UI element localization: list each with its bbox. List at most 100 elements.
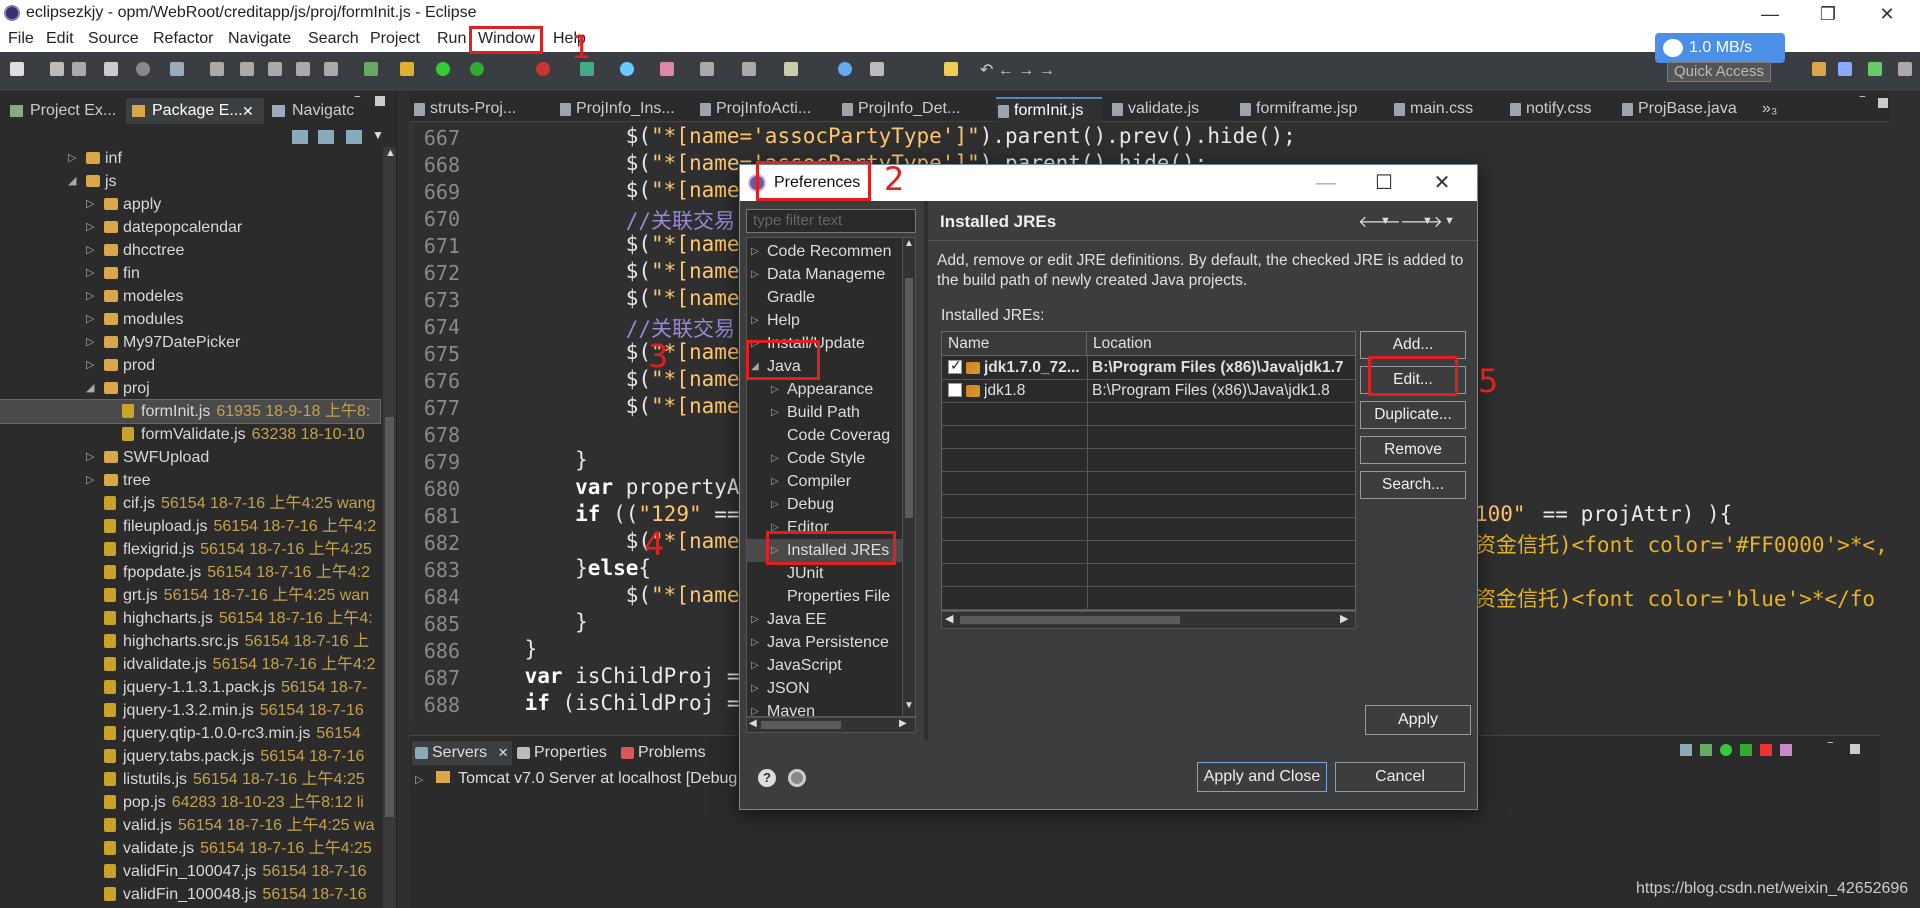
nav-item[interactable]: ▷ Java Persistence: [747, 631, 903, 654]
collapsed-arrow-icon[interactable]: ▷: [771, 378, 779, 401]
apply-and-close-button[interactable]: Apply and Close: [1197, 762, 1327, 792]
coverage-icon[interactable]: [364, 62, 378, 76]
collapsed-arrow-icon[interactable]: ▷: [86, 308, 94, 331]
suspend-icon[interactable]: [240, 62, 254, 76]
nav-item[interactable]: ▷ JSON: [747, 677, 903, 700]
collapsed-arrow-icon[interactable]: ▷: [68, 147, 76, 170]
tab-forminit-js[interactable]: formInit.js: [996, 97, 1102, 123]
view-menu-icon[interactable]: ▼: [1444, 215, 1455, 227]
close-tab-icon[interactable]: ✕: [498, 745, 509, 760]
back-dropdown-icon[interactable]: ▼: [1380, 215, 1391, 227]
nav-item[interactable]: ▷ Java EE: [747, 608, 903, 631]
tab-project-explorer[interactable]: Project Ex...: [4, 98, 124, 124]
tab-projinfoacti[interactable]: ProjInfoActi...: [698, 97, 826, 123]
nav-item[interactable]: Properties File: [747, 585, 903, 608]
jre-row[interactable]: jdk1.7.0_72... B:\Program Files (x86)\Jav…: [942, 356, 1355, 379]
tree-file[interactable]: pop.js 64283 18-10-23 上午8:12 li: [0, 791, 380, 814]
run-last-icon[interactable]: [536, 62, 550, 76]
tree-folder[interactable]: ▷ prod: [0, 354, 380, 377]
nav-item[interactable]: ▷ Compiler: [747, 470, 903, 493]
next-annotation-icon[interactable]: [870, 62, 884, 76]
tree-file[interactable]: cif.js 56154 18-7-16 上午4:25 wang: [0, 492, 380, 515]
toggle-mark-icon[interactable]: [742, 62, 756, 76]
scroll-right-icon[interactable]: ▶: [1340, 612, 1348, 625]
external-tools-icon[interactable]: [400, 62, 414, 76]
tab-notify-css[interactable]: notify.css: [1508, 97, 1604, 123]
print-icon[interactable]: [104, 62, 118, 76]
duplicate-jre-button[interactable]: Duplicate...: [1360, 401, 1466, 429]
tree-file[interactable]: fileupload.js 56154 18-7-16 上午4:2: [0, 515, 380, 538]
collapsed-arrow-icon[interactable]: ▷: [86, 469, 94, 492]
save-icon[interactable]: [50, 62, 64, 76]
nav-item[interactable]: Gradle: [747, 286, 903, 309]
collapsed-arrow-icon[interactable]: ▷: [86, 331, 94, 354]
tab-main-css[interactable]: main.css: [1392, 97, 1480, 123]
tree-folder[interactable]: ▷ fin: [0, 262, 380, 285]
debug-perspective-icon[interactable]: [1868, 62, 1882, 76]
new-icon[interactable]: [10, 62, 24, 76]
expanded-arrow-icon[interactable]: ◢: [86, 377, 94, 400]
tab-validate-js[interactable]: validate.js: [1110, 97, 1216, 123]
pin-editor-icon[interactable]: [944, 62, 958, 76]
dialog-minimize-button[interactable]: —: [1306, 169, 1346, 197]
scroll-left-icon[interactable]: ◀: [749, 718, 757, 729]
step-into-icon[interactable]: [268, 62, 282, 76]
menu-edit[interactable]: Edit: [46, 30, 74, 48]
tree-scrollbar[interactable]: ▲: [383, 147, 396, 908]
step-return-icon[interactable]: [324, 62, 338, 76]
open-type-icon[interactable]: [660, 62, 674, 76]
nav-item[interactable]: ▷ Maven: [747, 700, 903, 716]
close-button[interactable]: ✕: [1862, 0, 1912, 28]
scroll-thumb[interactable]: [385, 417, 394, 817]
maximize-view-icon[interactable]: [375, 96, 385, 106]
tree-file[interactable]: jquery.qtip-1.0.0-rc3.min.js 56154: [0, 722, 380, 745]
forward-dropdown-icon[interactable]: ▼: [1422, 215, 1433, 227]
scroll-thumb[interactable]: [960, 616, 1180, 624]
tree-file[interactable]: validFin_100048.js 56154 18-7-16: [0, 883, 380, 906]
collapsed-arrow-icon[interactable]: ▷: [86, 446, 94, 469]
collapse-all-icon[interactable]: [292, 130, 308, 144]
nav-item[interactable]: JUnit: [747, 562, 903, 585]
sash[interactable]: [924, 201, 928, 741]
tree-file[interactable]: listutils.js 56154 18-7-16 上午4:25: [0, 768, 380, 791]
start-server-debug-icon[interactable]: [1700, 744, 1712, 756]
tree-folder[interactable]: ◢ proj: [0, 377, 380, 400]
menu-search[interactable]: Search: [308, 30, 359, 48]
tab-properties[interactable]: Properties: [514, 741, 614, 765]
scroll-thumb[interactable]: [761, 721, 841, 729]
collapsed-arrow-icon[interactable]: ▷: [751, 309, 759, 332]
tree-folder[interactable]: ▷ datepopcalendar: [0, 216, 380, 239]
tree-file[interactable]: valid.js 56154 18-7-16 上午4:25 wa: [0, 814, 380, 837]
remove-jre-button[interactable]: Remove: [1360, 436, 1466, 464]
tree-file[interactable]: jquery-1.1.3.1.pack.js 56154 18-7-: [0, 676, 380, 699]
tree-file[interactable]: jquery.tabs.pack.js 56154 18-7-16: [0, 745, 380, 768]
column-header-location[interactable]: Location: [1087, 332, 1355, 356]
profile-server-icon[interactable]: [1740, 744, 1752, 756]
tree-file[interactable]: jquery-1.3.2.min.js 56154 18-7-16: [0, 699, 380, 722]
tree-file[interactable]: fpopdate.js 56154 18-7-16 上午4:2: [0, 561, 380, 584]
scroll-down-icon[interactable]: ▼: [904, 700, 914, 711]
default-jre-checkbox[interactable]: [948, 357, 962, 374]
tree-folder[interactable]: ▷ inf: [0, 147, 380, 170]
collapsed-arrow-icon[interactable]: ▷: [751, 677, 759, 700]
nav-item[interactable]: ▷ JavaScript: [747, 654, 903, 677]
debug-skip-icon[interactable]: [136, 62, 150, 76]
tab-problems[interactable]: Problems: [618, 741, 718, 765]
table-hscrollbar[interactable]: ◀ ▶: [941, 611, 1356, 629]
tab-servers[interactable]: Servers ✕: [412, 741, 512, 765]
tab-package-explorer[interactable]: Package E... ✕: [126, 98, 264, 124]
help-icon[interactable]: ?: [758, 769, 776, 787]
collapsed-arrow-icon[interactable]: ▷: [751, 608, 759, 631]
tree-folder[interactable]: ▷ modeles: [0, 285, 380, 308]
apply-button[interactable]: Apply: [1365, 705, 1471, 735]
expanded-arrow-icon[interactable]: ◢: [68, 170, 76, 193]
dialog-close-button[interactable]: ✕: [1422, 169, 1462, 197]
tree-folder[interactable]: ◢ js: [0, 170, 380, 193]
tree-folder[interactable]: ▷ tree: [0, 469, 380, 492]
globe-icon[interactable]: [838, 62, 852, 76]
collapsed-arrow-icon[interactable]: ▷: [751, 654, 759, 677]
tree-file[interactable]: grt.js 56154 18-7-16 上午4:25 wan: [0, 584, 380, 607]
perspective-icon[interactable]: [1812, 62, 1826, 76]
java-perspective-icon[interactable]: [1838, 62, 1852, 76]
minimize-panel-icon[interactable]: ‾: [1828, 740, 1833, 756]
